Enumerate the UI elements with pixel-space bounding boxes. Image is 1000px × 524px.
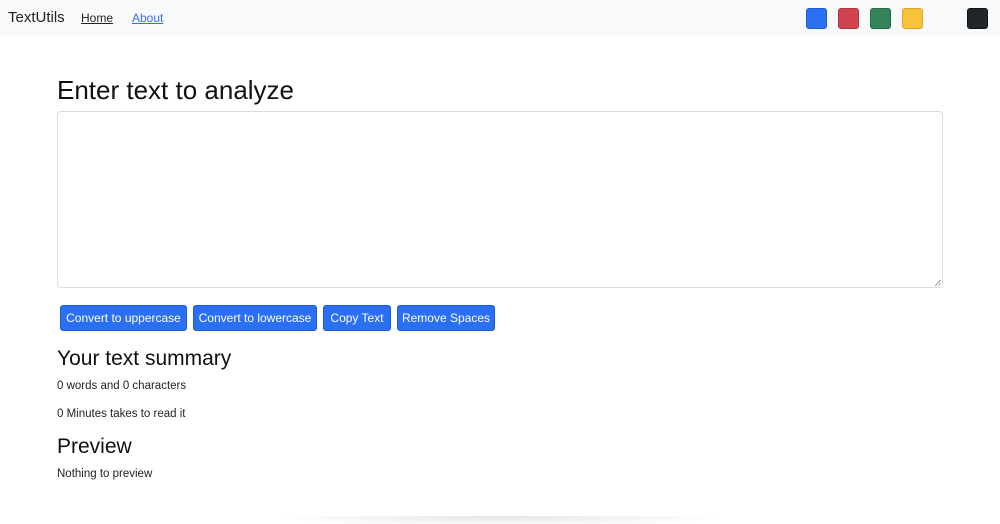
theme-swatch-red[interactable] <box>838 8 859 29</box>
page-title: Enter text to analyze <box>57 75 295 105</box>
convert-uppercase-button[interactable]: Convert to uppercase <box>60 305 187 331</box>
preview-heading: Preview <box>57 435 132 458</box>
read-time: 0 Minutes takes to read it <box>57 408 186 420</box>
word-char-count: 0 words and 0 characters <box>57 380 187 392</box>
navbar: TextUtils Home About <box>0 0 1000 37</box>
convert-lowercase-button[interactable]: Convert to lowercase <box>193 305 317 331</box>
nav-link-home[interactable]: Home <box>81 11 113 25</box>
resize-grip-icon[interactable] <box>935 280 941 286</box>
theme-swatch-blue[interactable] <box>806 8 827 29</box>
preview-text: Nothing to preview <box>57 468 153 480</box>
summary-heading: Your text summary <box>57 347 232 370</box>
theme-swatch-yellow[interactable] <box>902 8 923 29</box>
nav-link-about[interactable]: About <box>132 11 163 25</box>
theme-swatch-dark[interactable] <box>967 8 988 29</box>
text-input[interactable] <box>57 111 943 288</box>
theme-swatch-green[interactable] <box>870 8 891 29</box>
bottom-shadow <box>270 516 730 524</box>
navbar-brand[interactable]: TextUtils <box>8 9 65 27</box>
remove-spaces-button[interactable]: Remove Spaces <box>397 305 495 331</box>
copy-text-button[interactable]: Copy Text <box>323 305 391 331</box>
